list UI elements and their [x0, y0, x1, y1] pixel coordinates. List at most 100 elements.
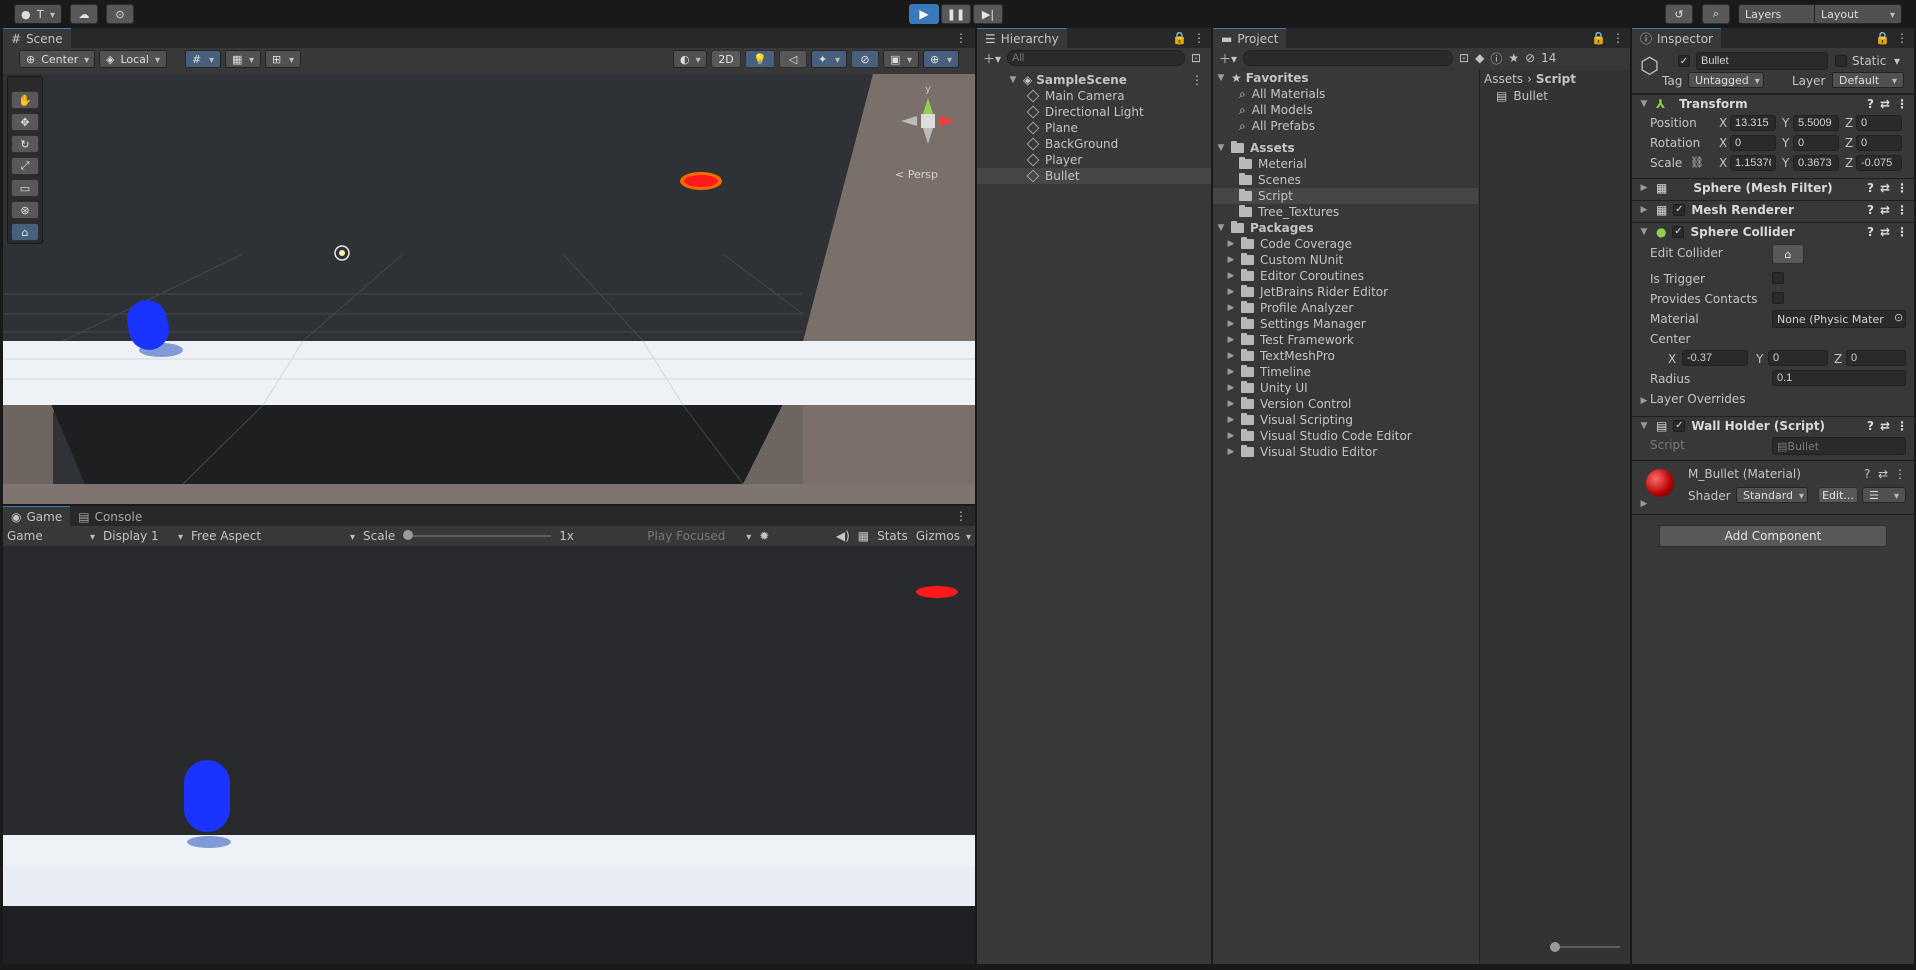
expand-arrow-icon[interactable]: ▶ [1225, 271, 1237, 281]
inspector-lock-icon[interactable]: 🔒 [1875, 31, 1896, 45]
search-filter-icon[interactable]: ⊡ [1191, 51, 1201, 65]
create-asset-button[interactable]: ＋▾ [1219, 50, 1237, 67]
breadcrumb-script[interactable]: Script [1536, 72, 1576, 86]
package-folder[interactable]: ▶ Visual Studio Editor [1213, 444, 1478, 460]
transform-header[interactable]: ▼ ⅄ Transform ? ⇄ ⋮ [1632, 94, 1914, 112]
tag-dropdown[interactable]: Untagged [1688, 72, 1764, 88]
help-icon[interactable]: ? [1867, 181, 1874, 195]
project-menu-icon[interactable]: ⋮ [1612, 31, 1630, 45]
lock-icon[interactable]: 🔒 [1172, 31, 1193, 45]
expand-arrow-icon[interactable]: ▶ [1225, 287, 1237, 297]
shortcuts-icon[interactable]: ▦ [858, 529, 869, 543]
tab-inspector[interactable]: ⓘ Inspector [1632, 28, 1721, 48]
pause-button[interactable]: ❚❚ [941, 4, 971, 24]
package-folder[interactable]: ▶ Timeline [1213, 364, 1478, 380]
pivot-dropdown[interactable]: ⊕ Center [19, 50, 95, 68]
wall-holder-header[interactable]: ▼ ▤ ✓ Wall Holder (Script) ? ⇄ ⋮ [1632, 416, 1914, 434]
package-folder[interactable]: ▶ Code Coverage [1213, 236, 1478, 252]
scale-y-field[interactable] [1793, 155, 1839, 171]
collapse-arrow-icon[interactable]: ▼ [1638, 421, 1650, 431]
aspect-dropdown[interactable]: Free Aspect [191, 529, 355, 543]
package-folder[interactable]: ▶ Visual Scripting [1213, 412, 1478, 428]
hierarchy-item[interactable]: Player [977, 152, 1211, 168]
scale-slider-thumb[interactable] [403, 530, 414, 540]
hand-tool-button[interactable]: ✋ [11, 91, 39, 109]
project-search-input[interactable] [1243, 50, 1454, 66]
position-x-field[interactable] [1730, 115, 1776, 131]
packages-row[interactable]: ▼ Packages [1213, 220, 1478, 236]
hierarchy-item[interactable]: Plane [977, 120, 1211, 136]
scale-tool-button[interactable]: ⤢ [11, 157, 39, 175]
edit-collider-button[interactable]: ⌂ [1772, 244, 1804, 264]
help-icon[interactable]: ? [1867, 203, 1874, 217]
expand-arrow-icon[interactable]: ▶ [1225, 415, 1237, 425]
tab-scene[interactable]: # Scene [3, 28, 71, 48]
favorites-item[interactable]: ⌕ All Models [1213, 102, 1478, 118]
package-folder[interactable]: ▶ Profile Analyzer [1213, 300, 1478, 316]
hierarchy-item[interactable]: Main Camera [977, 88, 1211, 104]
game-gizmos-dropdown[interactable]: Gizmos [916, 529, 971, 543]
preset-icon[interactable]: ⇄ [1880, 181, 1890, 195]
component-menu-icon[interactable]: ⋮ [1896, 181, 1914, 195]
package-folder[interactable]: ▶ JetBrains Rider Editor [1213, 284, 1478, 300]
component-menu-icon[interactable]: ⋮ [1896, 203, 1914, 217]
is-trigger-checkbox[interactable] [1772, 272, 1784, 284]
expand-arrow-icon[interactable]: ▶ [1225, 239, 1237, 249]
expand-arrow-icon[interactable]: ▶ [1225, 447, 1237, 457]
hierarchy-item[interactable]: Directional Light [977, 104, 1211, 120]
expand-arrow-icon[interactable]: ▶ [1638, 183, 1650, 193]
custom-tool-button[interactable]: ⌂ [11, 223, 39, 241]
package-folder[interactable]: ▶ Editor Coroutines [1213, 268, 1478, 284]
tab-console[interactable]: ▤ Console [70, 506, 151, 526]
help-icon[interactable]: ? [1867, 97, 1874, 111]
tab-hierarchy[interactable]: ☰ Hierarchy [977, 28, 1067, 48]
visibility-toggle[interactable]: ⊘ [851, 50, 879, 68]
align-toggle[interactable]: ⊞ [265, 50, 301, 68]
increment-snap-toggle[interactable]: ▦ [225, 50, 261, 68]
icon-size-slider[interactable] [1550, 942, 1620, 952]
favorite-star-icon[interactable]: ★ [1508, 51, 1519, 65]
position-y-field[interactable] [1793, 115, 1839, 131]
layout-dropdown[interactable]: Layout [1814, 4, 1902, 24]
sphere-collider-header[interactable]: ▼ ● ✓ Sphere Collider ? ⇄ ⋮ [1632, 222, 1914, 240]
script-file[interactable]: ▤ Bullet [1480, 88, 1630, 104]
add-object-button[interactable]: ＋▾ [983, 50, 1001, 67]
assets-row[interactable]: ▼ Assets [1213, 140, 1478, 156]
package-folder[interactable]: ▶ Version Control [1213, 396, 1478, 412]
expand-arrow-icon[interactable]: ▶ [1225, 367, 1237, 377]
component-menu-icon[interactable]: ⋮ [1894, 467, 1906, 481]
camera-dropdown[interactable]: ▣ [883, 50, 919, 68]
search-by-type-icon[interactable]: ⊡ [1459, 51, 1469, 65]
favorites-item[interactable]: ⌕ All Prefabs [1213, 118, 1478, 134]
provides-contacts-checkbox[interactable] [1772, 292, 1784, 304]
expand-arrow-icon[interactable]: ▼ [1215, 143, 1227, 153]
breadcrumb-assets[interactable]: Assets [1484, 72, 1523, 86]
center-y-field[interactable] [1768, 350, 1828, 366]
play-button[interactable]: ▶ [909, 4, 939, 24]
center-x-field[interactable] [1682, 350, 1748, 366]
help-icon[interactable]: ? [1867, 225, 1874, 239]
rotation-z-field[interactable] [1856, 135, 1902, 151]
history-button[interactable]: ↺ [1665, 4, 1693, 24]
help-icon[interactable]: ? [1867, 419, 1874, 433]
package-folder[interactable]: ▶ Settings Manager [1213, 316, 1478, 332]
mesh-filter-header[interactable]: ▶ ▦ Sphere (Mesh Filter) ? ⇄ ⋮ [1632, 178, 1914, 196]
play-focused-dropdown[interactable]: Play Focused [647, 529, 751, 543]
favorites-row[interactable]: ▼ ★ Favorites [1213, 70, 1478, 86]
tab-game[interactable]: ◉ Game [3, 506, 71, 526]
expand-arrow-icon[interactable]: ▶ [1225, 383, 1237, 393]
mode-2d-toggle[interactable]: 2D [711, 50, 741, 68]
lighting-toggle[interactable]: 💡 [745, 50, 775, 68]
hierarchy-menu-icon[interactable]: ⋮ [1193, 31, 1211, 45]
expand-arrow-icon[interactable]: ▼ [1215, 223, 1227, 233]
project-lock-icon[interactable]: 🔒 [1591, 31, 1612, 45]
space-dropdown[interactable]: ◈ Local [99, 50, 167, 68]
component-menu-icon[interactable]: ⋮ [1896, 419, 1914, 433]
hidden-packages-icon[interactable]: ⊘ [1525, 51, 1535, 65]
preset-icon[interactable]: ⇄ [1878, 467, 1888, 481]
transform-tool-button[interactable]: ⊛ [11, 201, 39, 219]
object-name-input[interactable] [1696, 52, 1828, 70]
warning-filter-icon[interactable]: ⓘ [1490, 50, 1502, 67]
material-options-dropdown[interactable]: ☰ [1862, 487, 1906, 503]
audio-toggle[interactable]: ◁ [779, 50, 807, 68]
